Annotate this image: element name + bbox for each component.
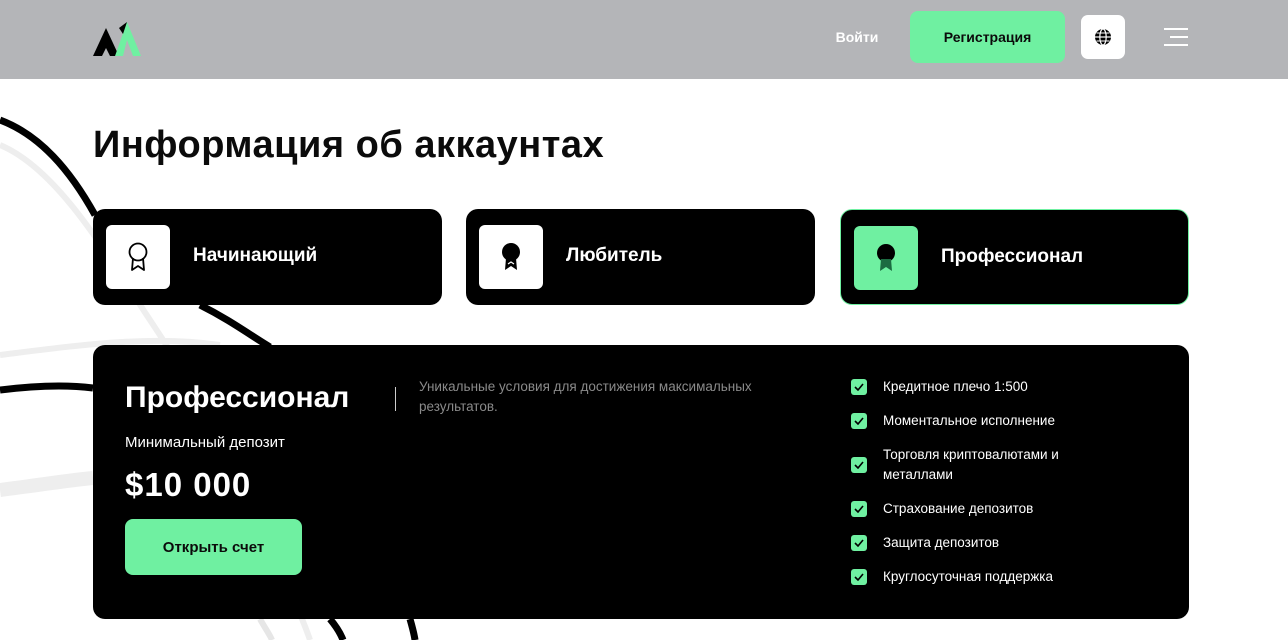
checkbox-checked-icon [851, 501, 867, 517]
language-button[interactable] [1081, 15, 1125, 59]
globe-icon [1095, 28, 1111, 46]
feature-item: Торговля криптовалютами и металлами [851, 445, 1111, 485]
feature-text: Кредитное плечо 1:500 [883, 379, 1028, 394]
brand-logo[interactable] [93, 18, 143, 58]
feature-item: Защита депозитов [851, 533, 1111, 553]
panel-description: Уникальные условия для достижения максим… [419, 379, 752, 414]
checkbox-checked-icon [851, 413, 867, 429]
page-title: Информация об аккаунтах [93, 124, 605, 166]
checkbox-checked-icon [851, 535, 867, 551]
title-divider [395, 387, 396, 411]
feature-text: Моментальное исполнение [883, 413, 1055, 428]
tier-label: Начинающий [193, 245, 318, 266]
tier-tab-professional[interactable]: Профессионал [840, 209, 1189, 305]
top-header: Войти Регистрация [0, 0, 1288, 79]
tier-icon-box [854, 226, 918, 290]
open-account-button[interactable]: Открыть счет [125, 519, 302, 575]
deposit-value: $10 000 [125, 466, 252, 503]
feature-text: Защита депозитов [883, 535, 1000, 550]
tier-tab-beginner[interactable]: Начинающий [93, 209, 442, 305]
checkbox-checked-icon [851, 457, 867, 473]
account-details-panel: Профессионал Уникальные условия для дост… [93, 345, 1189, 619]
deposit-label: Минимальный депозит [125, 434, 285, 451]
tier-label: Профессионал [941, 246, 1084, 267]
award-filled-icon [502, 243, 520, 270]
feature-list: Кредитное плечо 1:500 Моментальное испол… [851, 377, 1111, 601]
tier-tab-amateur[interactable]: Любитель [466, 209, 815, 305]
feature-item: Моментальное исполнение [851, 411, 1111, 431]
tier-icon-box [106, 225, 170, 289]
feature-text: Круглосуточная поддержка [883, 569, 1053, 584]
feature-item: Кредитное плечо 1:500 [851, 377, 1111, 397]
feature-text: Страхование депозитов [883, 501, 1034, 516]
checkbox-checked-icon [851, 379, 867, 395]
feature-item: Страхование депозитов [851, 499, 1111, 519]
panel-title: Профессионал [125, 381, 350, 414]
hamburger-icon[interactable] [1160, 24, 1192, 50]
register-button[interactable]: Регистрация [910, 11, 1065, 63]
feature-text: Торговля криптовалютами и металлами [883, 447, 1059, 482]
checkbox-checked-icon [851, 569, 867, 585]
award-outline-icon [128, 242, 148, 271]
tier-label: Любитель [566, 245, 663, 266]
feature-item: Круглосуточная поддержка [851, 567, 1111, 587]
award-filled-icon [877, 244, 895, 271]
login-link[interactable]: Войти [822, 26, 892, 48]
tier-icon-box [479, 225, 543, 289]
